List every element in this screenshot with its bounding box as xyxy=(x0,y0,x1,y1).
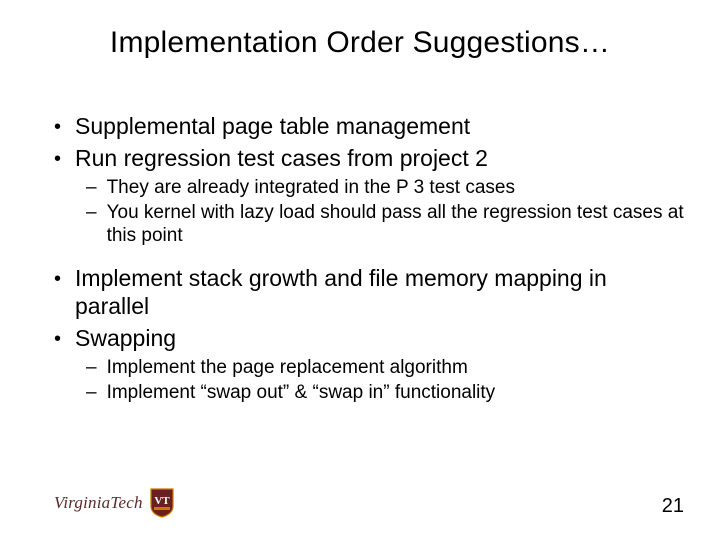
slide: Implementation Order Suggestions… • Supp… xyxy=(0,0,720,540)
slide-body: • Supplemental page table management • R… xyxy=(54,112,684,406)
page-number: 21 xyxy=(662,495,684,518)
bullet-dot-icon: • xyxy=(54,115,61,139)
bullet-text: They are already integrated in the P 3 t… xyxy=(107,176,515,199)
bullet-text: Supplemental page table management xyxy=(75,112,470,140)
bullet-text: Implement “swap out” & “swap in” functio… xyxy=(107,381,496,404)
bullet-dash-icon: – xyxy=(86,176,97,199)
bullet-level2: – Implement the page replacement algorit… xyxy=(86,356,684,379)
bullet-text: Run regression test cases from project 2 xyxy=(75,144,488,172)
slide-footer: VirginiaTech VT 21 xyxy=(54,488,684,518)
bullet-level1: • Swapping xyxy=(54,324,684,352)
bullet-level2: – They are already integrated in the P 3… xyxy=(86,176,684,199)
slide-title: Implementation Order Suggestions… xyxy=(0,26,720,60)
virginia-tech-logo: VirginiaTech VT xyxy=(54,488,175,518)
shield-icon: VT xyxy=(149,488,175,518)
bullet-level1: • Supplemental page table management xyxy=(54,112,684,140)
bullet-level2: – Implement “swap out” & “swap in” funct… xyxy=(86,381,684,404)
bullet-level2: – You kernel with lazy load should pass … xyxy=(86,201,684,247)
bullet-dash-icon: – xyxy=(86,381,97,404)
spacer xyxy=(54,250,684,264)
bullet-dot-icon: • xyxy=(54,327,61,351)
bullet-dash-icon: – xyxy=(86,201,97,224)
bullet-dash-icon: – xyxy=(86,356,97,379)
logo-text: VirginiaTech xyxy=(54,493,143,513)
bullet-text: You kernel with lazy load should pass al… xyxy=(107,201,684,247)
bullet-level1: • Implement stack growth and file memory… xyxy=(54,264,684,320)
bullet-dot-icon: • xyxy=(54,267,61,291)
bullet-text: Implement the page replacement algorithm xyxy=(107,356,468,379)
logo-word: VirginiaTech xyxy=(54,493,143,512)
bullet-text: Swapping xyxy=(75,324,176,352)
svg-text:VT: VT xyxy=(154,495,170,507)
bullet-level1: • Run regression test cases from project… xyxy=(54,144,684,172)
bullet-dot-icon: • xyxy=(54,147,61,171)
bullet-text: Implement stack growth and file memory m… xyxy=(75,264,684,320)
